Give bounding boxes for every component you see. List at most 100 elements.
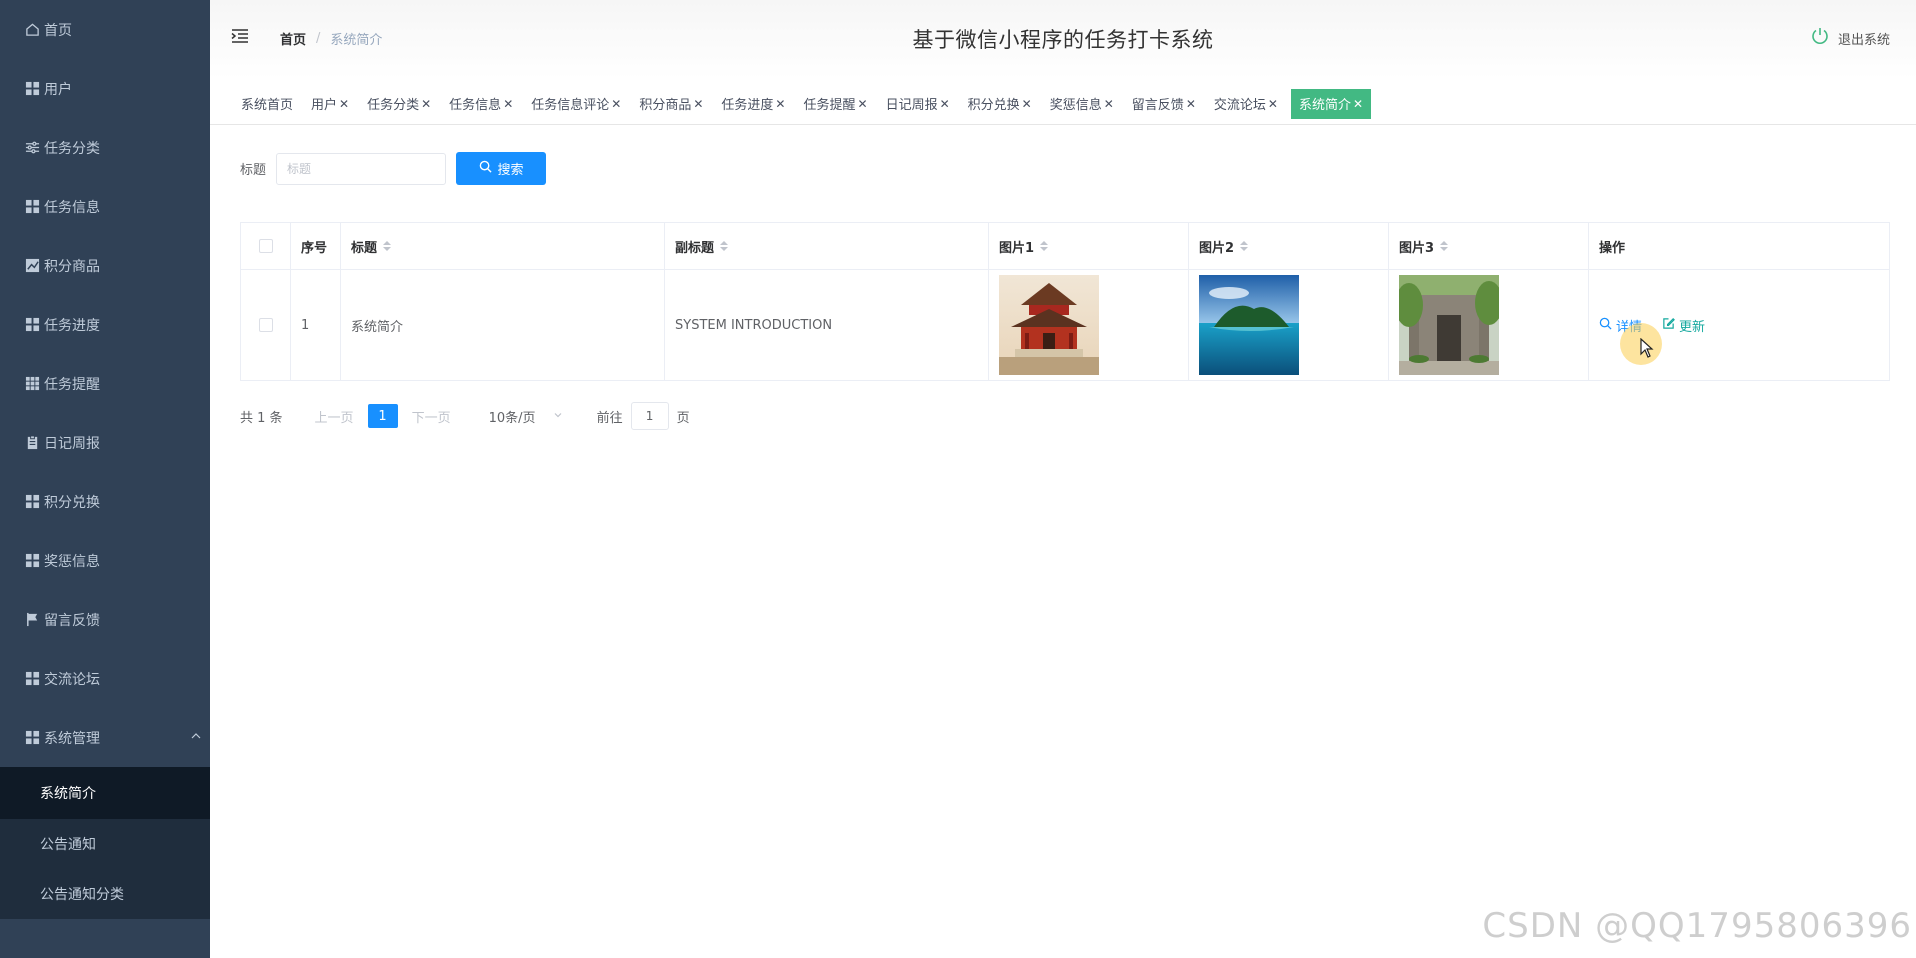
sort-icon[interactable]: [1240, 241, 1249, 251]
header-image1[interactable]: 图片1: [989, 223, 1189, 269]
sort-icon[interactable]: [1040, 241, 1049, 251]
close-icon[interactable]: ✕: [775, 97, 785, 111]
page-number-current[interactable]: 1: [367, 404, 398, 428]
title-search-input[interactable]: [276, 152, 447, 185]
close-icon[interactable]: ✕: [940, 97, 950, 111]
tag-task-category[interactable]: 任务分类 ✕: [362, 89, 436, 119]
sidebar-item-task-progress[interactable]: 任务进度: [0, 295, 210, 354]
tag-label: 积分兑换: [967, 98, 1020, 113]
sidebar-item-feedback[interactable]: 留言反馈: [0, 590, 210, 649]
close-icon[interactable]: ✕: [339, 97, 349, 111]
island-photo[interactable]: [1199, 275, 1299, 375]
courtyard-photo[interactable]: [1399, 275, 1499, 375]
tag-points-goods[interactable]: 积分商品 ✕: [634, 89, 708, 119]
update-button[interactable]: 更新: [1662, 316, 1705, 335]
app-title: 基于微信小程序的任务打卡系统: [912, 28, 1214, 52]
header-checkbox-cell: [241, 223, 291, 269]
tag-forum[interactable]: 交流论坛 ✕: [1209, 89, 1283, 119]
tags-view: 系统首页 用户 ✕ 任务分类 ✕ 任务信息 ✕ 任务信息评论 ✕ 积分商品 ✕ 任务进度 ✕…: [210, 83, 1916, 125]
tag-label: 任务信息评论: [531, 98, 610, 113]
sidebar-item-home[interactable]: 首页: [0, 0, 210, 59]
sidebar-item-rewards[interactable]: 奖惩信息: [0, 531, 210, 590]
close-icon[interactable]: ✕: [1268, 97, 1278, 111]
tag-rewards[interactable]: 奖惩信息 ✕: [1045, 89, 1119, 119]
header-image3[interactable]: 图片3: [1389, 223, 1589, 269]
sidebar-subitem-system-intro[interactable]: 系统简介: [0, 767, 210, 819]
close-icon[interactable]: ✕: [1104, 97, 1114, 111]
grid-icon: [24, 376, 40, 392]
select-all-checkbox[interactable]: [258, 239, 273, 253]
tag-task-reminder[interactable]: 任务提醒 ✕: [798, 89, 872, 119]
sidebar-item-task-category[interactable]: 任务分类: [0, 118, 210, 177]
close-icon[interactable]: ✕: [1022, 97, 1032, 111]
grid-icon: [24, 730, 40, 746]
close-icon[interactable]: ✕: [503, 97, 513, 111]
close-icon[interactable]: ✕: [611, 97, 621, 111]
close-icon[interactable]: ✕: [1353, 97, 1363, 111]
sidebar-item-label: 留言反馈: [44, 612, 100, 629]
tag-diary[interactable]: 日记周报 ✕: [881, 89, 955, 119]
close-icon[interactable]: ✕: [858, 97, 868, 111]
search-button[interactable]: 搜索: [456, 152, 547, 185]
tag-label: 奖惩信息: [1049, 98, 1102, 113]
row-checkbox-cell: [241, 270, 291, 380]
sort-icon[interactable]: [720, 241, 729, 251]
sidebar-item-forum[interactable]: 交流论坛: [0, 649, 210, 708]
tag-label: 用户: [311, 98, 338, 113]
sidebar-item-user[interactable]: 用户: [0, 59, 210, 118]
sidebar-item-label: 任务提醒: [44, 376, 100, 393]
sidebar-item-label: 交流论坛: [44, 671, 100, 688]
pagination-total: 共 1 条: [240, 410, 283, 426]
sidebar-item-label: 任务信息: [44, 199, 100, 216]
sidebar-item-task-info[interactable]: 任务信息: [0, 177, 210, 236]
search-label: 标题: [240, 163, 267, 178]
cell-index: 1: [291, 270, 341, 380]
grid-icon: [24, 494, 40, 510]
sidebar-subitem-announcements[interactable]: 公告通知: [0, 819, 210, 869]
sidebar-item-label: 奖惩信息: [44, 553, 100, 570]
sidebar-item-task-reminder[interactable]: 任务提醒: [0, 354, 210, 413]
sidebar-item-points-exchange[interactable]: 积分兑换: [0, 472, 210, 531]
tag-label: 任务分类: [367, 98, 420, 113]
grid-icon: [24, 671, 40, 687]
tag-feedback[interactable]: 留言反馈 ✕: [1127, 89, 1201, 119]
logout-button[interactable]: 退出系统: [1810, 26, 1890, 50]
row-checkbox[interactable]: [258, 318, 273, 332]
chart-icon: [24, 258, 40, 274]
sidebar-item-points-goods[interactable]: 积分商品: [0, 236, 210, 295]
grid-icon: [24, 199, 40, 215]
sort-icon[interactable]: [1440, 241, 1449, 251]
pagoda-photo[interactable]: [999, 275, 1099, 375]
grid-icon: [24, 553, 40, 569]
chevron-down-icon: [553, 409, 563, 424]
sidebar-subitem-announcement-category[interactable]: 公告通知分类: [0, 869, 210, 919]
tag-system-home[interactable]: 系统首页: [236, 89, 298, 119]
sort-icon[interactable]: [383, 241, 392, 251]
grid-icon: [24, 81, 40, 97]
next-page-button[interactable]: 下一页: [412, 407, 451, 426]
tag-label: 系统首页: [241, 98, 294, 113]
sidebar-item-diary[interactable]: 日记周报: [0, 413, 210, 472]
close-icon[interactable]: ✕: [1186, 97, 1196, 111]
tag-label: 任务提醒: [803, 98, 856, 113]
header-image3-label: 图片3: [1399, 240, 1435, 256]
close-icon[interactable]: ✕: [421, 97, 431, 111]
page-unit-label: 页: [676, 410, 690, 426]
sidebar-item-label: 系统管理: [44, 730, 100, 747]
tag-points-exchange[interactable]: 积分兑换 ✕: [963, 89, 1037, 119]
tag-task-info[interactable]: 任务信息 ✕: [444, 89, 518, 119]
tag-task-info-comment[interactable]: 任务信息评论 ✕: [526, 89, 626, 119]
page-size-select[interactable]: 10条/页: [481, 402, 571, 430]
header-title[interactable]: 标题: [341, 223, 665, 269]
sidebar-item-system-management[interactable]: 系统管理: [0, 708, 210, 767]
tag-task-progress[interactable]: 任务进度 ✕: [716, 89, 790, 119]
logout-label: 退出系统: [1837, 32, 1890, 48]
tag-user[interactable]: 用户 ✕: [306, 89, 354, 119]
header-subtitle[interactable]: 副标题: [665, 223, 989, 269]
header-image2[interactable]: 图片2: [1189, 223, 1389, 269]
tag-system-intro[interactable]: 系统简介 ✕: [1290, 88, 1372, 119]
prev-page-button[interactable]: 上一页: [315, 407, 354, 426]
power-icon: [1810, 26, 1838, 50]
close-icon[interactable]: ✕: [693, 97, 703, 111]
goto-page-input[interactable]: [630, 402, 669, 430]
